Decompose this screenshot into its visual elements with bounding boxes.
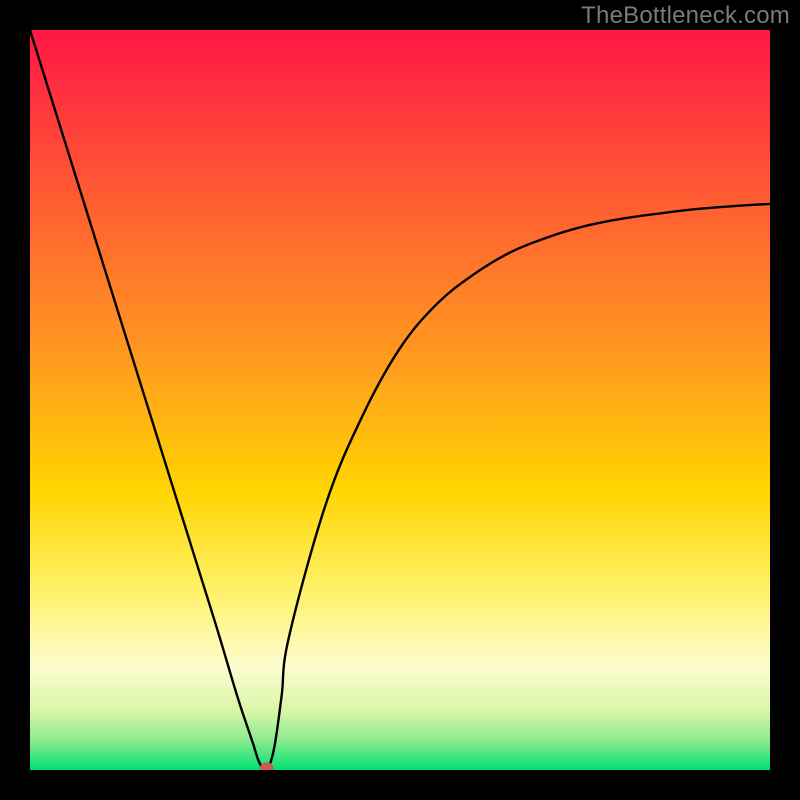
watermark-text: TheBottleneck.com: [581, 2, 790, 30]
gradient-background: [30, 30, 770, 770]
plot-area: [30, 30, 770, 770]
chart-svg: [30, 30, 770, 770]
chart-frame: TheBottleneck.com: [0, 0, 800, 800]
